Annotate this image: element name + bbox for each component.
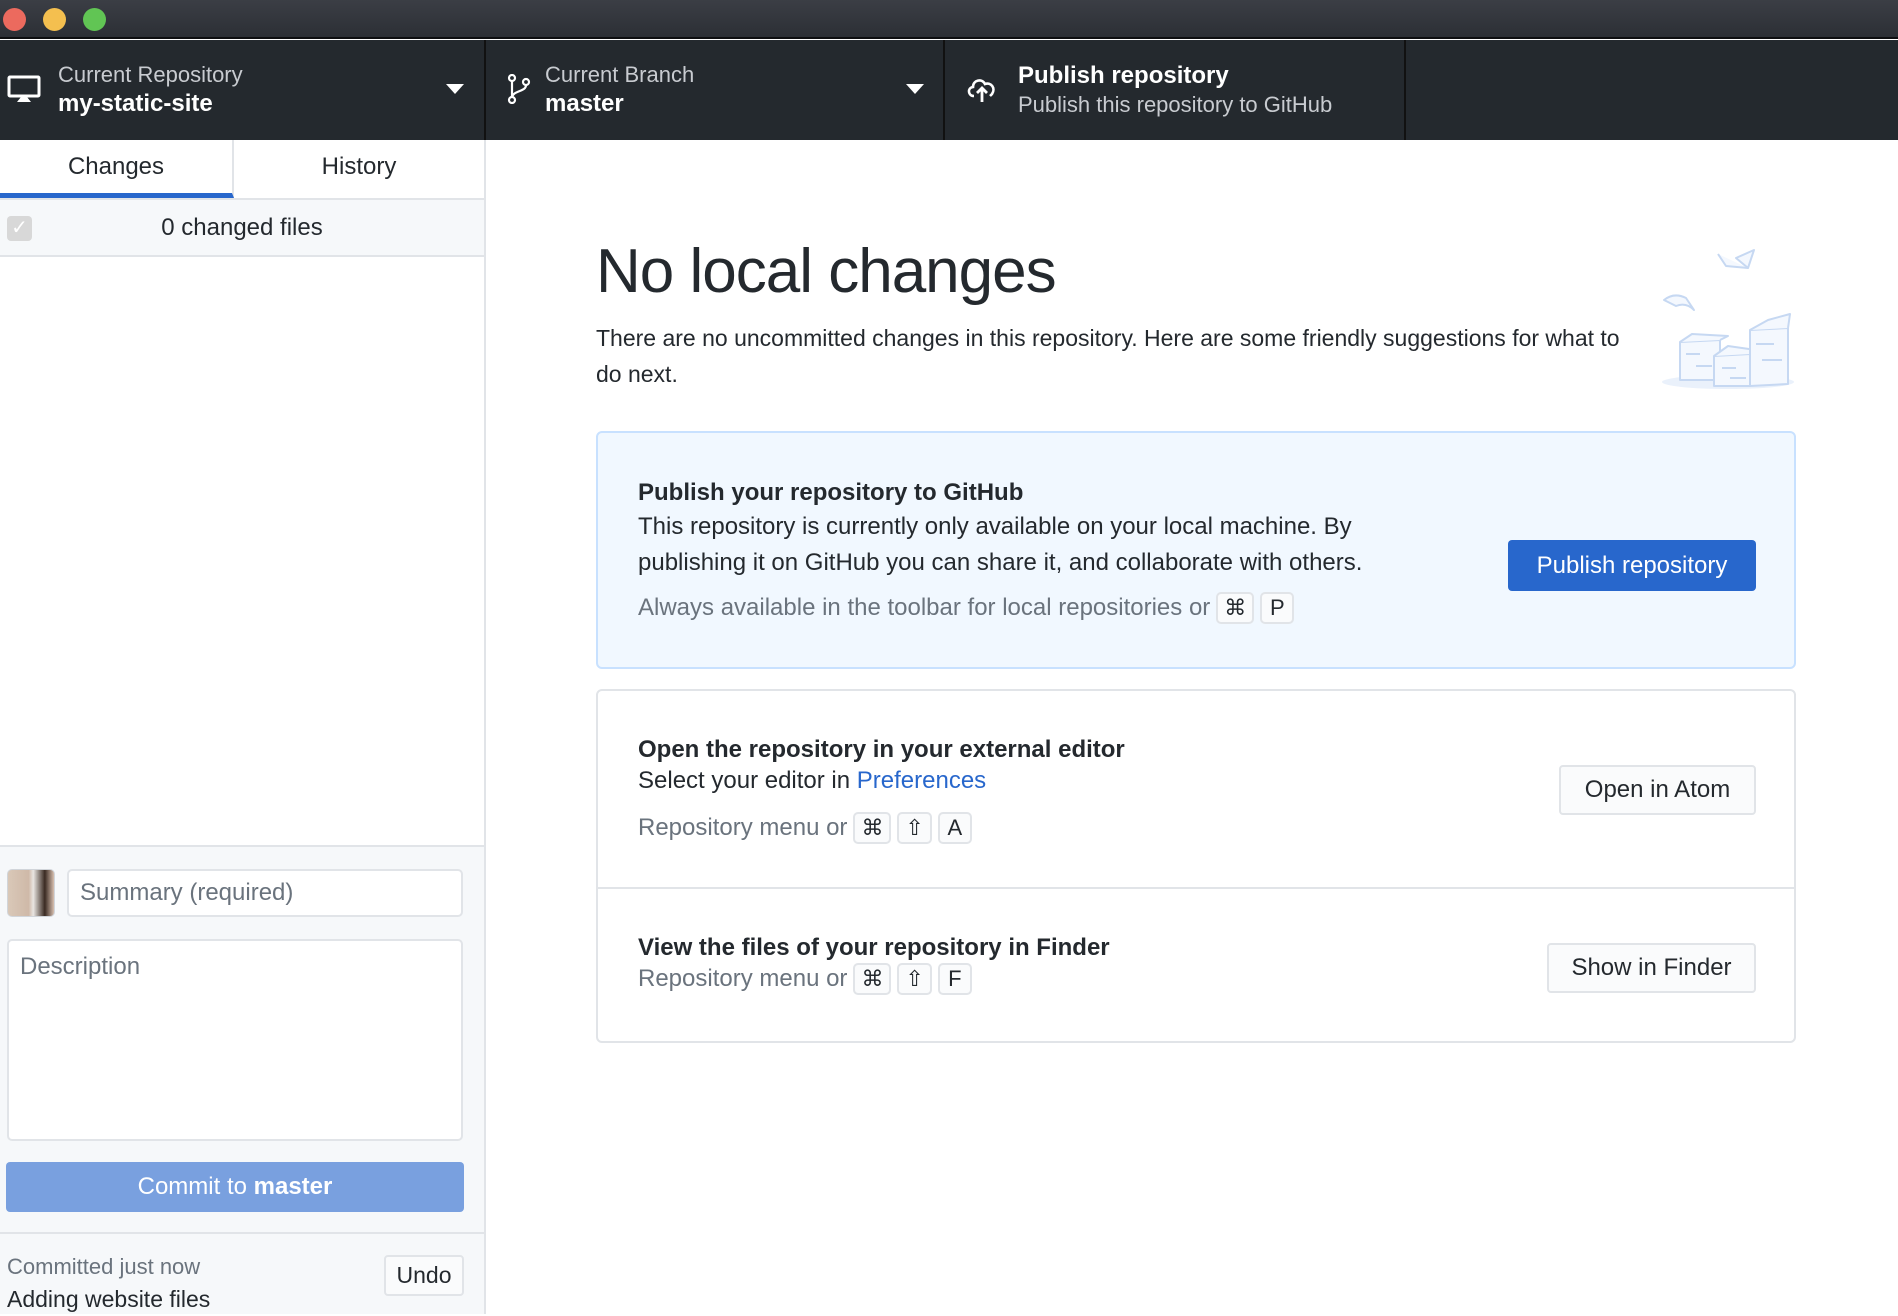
suggestions-card: Open the repository in your external edi… [596,689,1796,1043]
page-title: No local changes [596,237,1057,306]
show-in-finder-button[interactable]: Show in Finder [1547,943,1756,993]
open-editor-title: Open the repository in your external edi… [638,736,1125,763]
chevron-down-icon [906,84,924,94]
desktop-icon [7,75,41,102]
commit-description-input[interactable] [7,939,463,1141]
a-key: A [937,812,972,844]
paper-stacks-illustration [1662,249,1794,389]
current-repository-label: Current Repository [58,62,243,87]
open-editor-text-prefix: Select your editor in [638,767,851,794]
current-repository-dropdown[interactable]: Current Repository my-static-site [0,40,486,140]
show-in-finder-hint: Repository menu or ⌘ ⇧ F [638,963,972,995]
commit-summary-input[interactable] [67,869,463,917]
undo-button[interactable]: Undo [384,1255,464,1296]
command-key: ⌘ [1216,592,1255,624]
command-key: ⌘ [853,963,892,995]
main-content: No local changes There are no uncommitte… [486,140,1898,1314]
chevron-down-icon [446,84,464,94]
current-branch-label: Current Branch [545,62,695,87]
publish-hint-text: Always available in the toolbar for loca… [638,594,1211,621]
f-key: F [937,963,972,995]
commit-button-branch: master [253,1173,333,1200]
publish-repository-button[interactable]: Publish repository [1508,540,1756,591]
close-window-button[interactable] [3,8,26,31]
toolbar: Current Repository my-static-site Curren… [0,40,1898,140]
changed-files-count: 0 changed files [161,214,323,241]
publish-card-hint: Always available in the toolbar for loca… [638,592,1295,624]
last-commit-panel: Committed just now Adding website files … [0,1232,484,1316]
cloud-upload-icon [967,79,995,102]
preferences-link[interactable]: Preferences [857,767,986,794]
commit-button-prefix: Commit to [137,1173,254,1200]
shift-key: ⇧ [897,812,932,844]
commit-form: Commit to master Committed just now Addi… [0,845,484,1314]
git-branch-icon [507,74,531,104]
open-editor-hint: Repository menu or ⌘ ⇧ A [638,812,972,844]
sidebar: Changes History ✓ 0 changed files Commit… [0,140,486,1314]
last-commit-message: Adding website files [7,1286,211,1312]
zoom-window-button[interactable] [83,8,106,31]
window-titlebar [0,0,1898,39]
show-in-finder-row: View the files of your repository in Fin… [598,889,1794,1041]
commit-button[interactable]: Commit to master [6,1162,464,1212]
avatar [7,869,55,917]
shift-key: ⇧ [897,963,932,995]
show-in-finder-hint-text: Repository menu or [638,965,848,992]
tab-changes[interactable]: Changes [0,140,234,198]
command-key: ⌘ [853,812,892,844]
changed-files-header: ✓ 0 changed files [0,200,484,257]
publish-repository-toolbar-button[interactable]: Publish repository Publish this reposito… [945,40,1406,140]
current-branch-dropdown[interactable]: Current Branch master [486,40,945,140]
open-in-atom-button[interactable]: Open in Atom [1559,765,1756,815]
open-editor-text: Select your editor in Preferences [638,763,986,799]
minimize-window-button[interactable] [43,8,66,31]
publish-card-text: This repository is currently only availa… [638,513,1363,576]
sidebar-tabs: Changes History [0,140,484,200]
open-editor-hint-text: Repository menu or [638,814,848,841]
publish-repository-card: Publish your repository to GitHub This r… [596,431,1796,669]
current-branch-name: master [545,90,624,117]
p-key: P [1260,592,1295,624]
show-in-finder-title: View the files of your repository in Fin… [638,934,1110,961]
publish-card-title: Publish your repository to GitHub [638,479,1024,506]
intro-text: There are no uncommitted changes in this… [596,325,1620,387]
open-editor-row: Open the repository in your external edi… [598,691,1794,889]
current-repository-name: my-static-site [58,90,213,117]
publish-repository-subtitle: Publish this repository to GitHub [1018,92,1333,117]
tab-history[interactable]: History [234,140,484,198]
last-commit-time: Committed just now [7,1254,201,1279]
publish-repository-title: Publish repository [1018,62,1229,89]
